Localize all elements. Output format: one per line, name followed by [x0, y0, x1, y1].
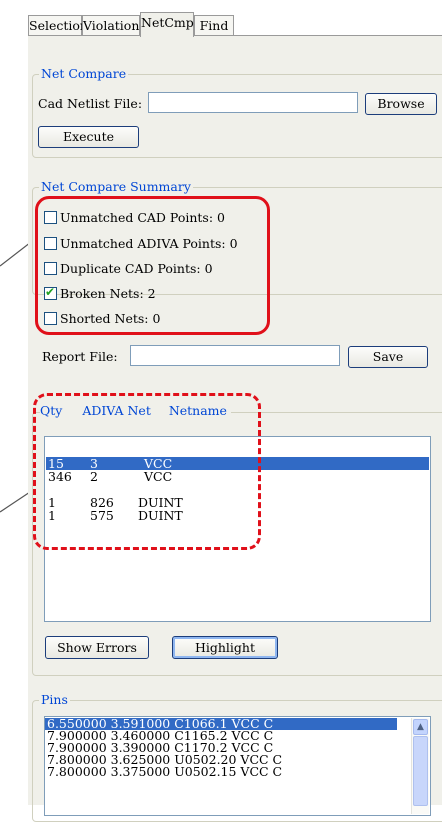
tab-find[interactable]: Find [194, 15, 234, 35]
pins-list[interactable]: 6.550000 3.591000 C1066.1 VCC C 7.900000… [44, 716, 431, 816]
duplicate-cad-points-label: Duplicate CAD Points: [60, 261, 201, 276]
scroll-up-icon[interactable]: ▲ [413, 719, 428, 735]
broken-nets-label: Broken Nets: [60, 286, 144, 301]
cell-adiva: 2 [90, 469, 98, 484]
report-file-input[interactable] [130, 345, 340, 366]
cad-netlist-label: Cad Netlist File: [38, 96, 143, 111]
browse-button[interactable]: Browse [365, 93, 437, 115]
header-adiva-net: ADIVA Net [82, 403, 151, 418]
cell-adiva: 575 [90, 508, 114, 523]
highlight-button[interactable]: Highlight [172, 636, 278, 659]
broken-nets-value: 2 [147, 286, 156, 301]
unmatched-adiva-points-value: 0 [229, 236, 238, 251]
unmatched-adiva-points-checkbox[interactable]: Unmatched ADIVA Points: 0 [44, 235, 238, 253]
table-row[interactable]: 346 2 VCC [46, 470, 429, 483]
unmatched-cad-points-value: 0 [217, 210, 225, 225]
cell-qty: 346 [48, 469, 72, 484]
results-list[interactable]: 15 3 VCC 346 2 VCC 1 826 DUINT 1 575 DUI… [44, 436, 431, 622]
checkbox-box[interactable] [44, 237, 57, 250]
tab-bar: Selection Violation NetCmp Find [28, 12, 442, 37]
shorted-nets-value: 0 [152, 311, 161, 326]
save-button[interactable]: Save [348, 346, 428, 368]
checkbox-box[interactable]: ✔ [44, 285, 57, 300]
cell-netname: VCC [144, 469, 173, 484]
unmatched-cad-points-label: Unmatched CAD Points: [60, 210, 214, 225]
header-qty: Qty [40, 403, 63, 418]
checkbox-box[interactable] [44, 262, 57, 275]
table-row[interactable]: 15 3 VCC [46, 457, 429, 470]
check-mark-icon: ✔ [45, 285, 56, 299]
duplicate-cad-points-checkbox[interactable]: Duplicate CAD Points: 0 [44, 260, 213, 278]
duplicate-cad-points-value: 0 [204, 261, 213, 276]
net-compare-legend: Net Compare [39, 66, 129, 82]
summary-legend: Net Compare Summary [39, 179, 193, 195]
broken-nets-checkbox[interactable]: ✔ Broken Nets: 2 [44, 285, 156, 303]
pins-scrollbar[interactable]: ▲ [411, 718, 429, 814]
shorted-nets-label: Shorted Nets: [60, 311, 149, 326]
tab-violation[interactable]: Violation [82, 15, 140, 35]
scroll-thumb[interactable] [413, 736, 428, 806]
table-row[interactable]: 1 575 DUINT [46, 509, 429, 522]
shorted-nets-checkbox[interactable]: Shorted Nets: 0 [44, 310, 160, 328]
unmatched-cad-points-checkbox[interactable]: Unmatched CAD Points: 0 [44, 209, 225, 227]
cell-netname: DUINT [138, 508, 183, 523]
tab-netcmp[interactable]: NetCmp [140, 12, 194, 37]
cell-qty: 1 [48, 508, 56, 523]
checkbox-box[interactable] [44, 312, 57, 325]
tab-divider [28, 35, 442, 36]
tab-selection[interactable]: Selection [28, 15, 88, 35]
results-header: Qty ADIVA Net Netname [40, 403, 231, 419]
report-file-label: Report File: [42, 349, 118, 364]
list-item[interactable]: 7.800000 3.375000 U0502.15 VCC C [45, 765, 430, 778]
unmatched-adiva-points-label: Unmatched ADIVA Points: [60, 236, 226, 251]
execute-button[interactable]: Execute [38, 126, 139, 148]
checkbox-box[interactable] [44, 211, 57, 224]
pins-legend: Pins [39, 692, 70, 708]
cad-netlist-input[interactable] [148, 92, 358, 113]
header-netname: Netname [168, 403, 227, 418]
show-errors-button[interactable]: Show Errors [45, 636, 149, 659]
